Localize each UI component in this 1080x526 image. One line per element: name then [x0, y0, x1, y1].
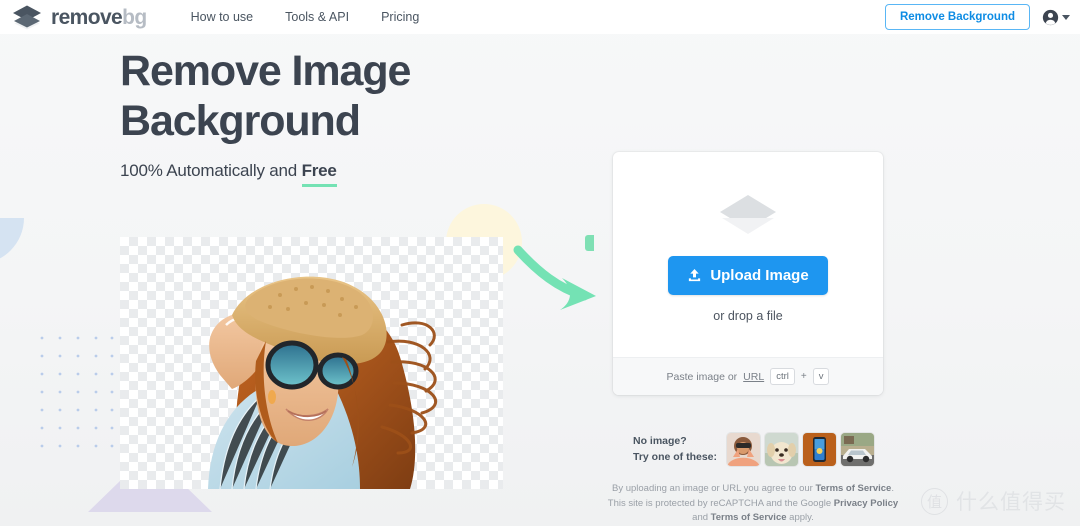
chevron-down-icon — [1062, 14, 1070, 20]
hero-subtitle-highlight: Free — [301, 161, 337, 187]
upload-image-button[interactable]: Upload Image — [668, 256, 828, 295]
kbd-v: v — [812, 367, 830, 386]
watermark-badge: 值 — [921, 487, 948, 515]
hero-subtitle-prefix: 100% Automatically and — [120, 160, 302, 180]
kbd-ctrl: ctrl — [770, 367, 795, 386]
sample-thumbnail-car[interactable] — [841, 433, 875, 466]
header-actions: Remove Background — [884, 0, 1070, 34]
decor-quarter-circle — [0, 218, 24, 264]
legal-line-1-post: . — [891, 483, 894, 494]
layers-icon — [720, 195, 776, 234]
sample-thumbnail-dog[interactable] — [765, 433, 799, 466]
upload-dropzone[interactable]: Upload Image or drop a file — [613, 152, 883, 357]
nav-item-how-to-use[interactable]: How to use — [191, 10, 254, 24]
sample-thumbnail-woman[interactable] — [727, 433, 761, 466]
sample-thumbnails — [727, 433, 875, 466]
account-circle-icon — [1042, 9, 1059, 25]
kbd-plus: + — [800, 371, 807, 382]
page-title-line-1: Remove Image — [120, 47, 411, 95]
legal-line-1: By uploading an image or URL you agree t… — [593, 482, 913, 497]
logo-text-remove: remove — [51, 5, 123, 29]
upload-image-button-label: Upload Image — [710, 267, 809, 284]
decor-curved-arrow-icon — [513, 245, 596, 310]
privacy-policy-link[interactable]: Privacy Policy — [834, 498, 898, 509]
woman-portrait-illustration — [208, 276, 437, 489]
terms-of-service-link-1[interactable]: Terms of Service — [815, 483, 891, 494]
site-header: removebg How to use Tools & API Pricing … — [0, 0, 1080, 34]
account-menu[interactable] — [1042, 9, 1070, 26]
page-title: Remove Image Background — [120, 47, 411, 147]
page-root: removebg How to use Tools & API Pricing … — [0, 0, 1080, 526]
hero-text-block: Remove Image Background 100% Automatical… — [120, 47, 411, 187]
legal-line-3: and Terms of Service apply. — [593, 511, 913, 526]
sample-images-label: No image? Try one of these: — [633, 434, 717, 464]
decor-dot-grid — [40, 336, 114, 448]
legal-line-3-pre: and — [692, 512, 711, 524]
legal-line-2: This site is protected by reCAPTCHA and … — [593, 497, 913, 512]
legal-line-1-pre: By uploading an image or URL you agree t… — [611, 483, 816, 494]
sample-label-line-1: No image? — [633, 435, 687, 448]
legal-line-3-post: apply. — [786, 512, 814, 524]
watermark: 值 什么值得买 — [921, 486, 1066, 516]
paste-hint-prefix: Paste image or — [666, 370, 738, 383]
page-title-line-2: Background — [120, 96, 361, 145]
remove-background-button[interactable]: Remove Background — [884, 4, 1030, 30]
sample-thumbnail-product[interactable] — [803, 433, 837, 466]
main-nav: How to use Tools & API Pricing — [191, 10, 420, 24]
layers-icon — [13, 5, 41, 30]
logo-text-bg: bg — [122, 5, 147, 29]
watermark-text: 什么值得买 — [956, 490, 1066, 514]
terms-of-service-link-2[interactable]: Terms of Service — [711, 512, 787, 523]
legal-disclaimer: By uploading an image or URL you agree t… — [593, 482, 913, 526]
upload-card: Upload Image or drop a file Paste image … — [613, 152, 883, 395]
sample-images-section: No image? Try one of these: — [633, 433, 875, 466]
sample-label-line-2: Try one of these: — [633, 450, 718, 463]
paste-hint-bar: Paste image or URL ctrl + v — [613, 357, 883, 395]
drop-file-text: or drop a file — [713, 309, 783, 323]
logo[interactable]: removebg — [12, 4, 147, 30]
hero-sample-image — [120, 237, 503, 489]
nav-item-pricing[interactable]: Pricing — [381, 10, 419, 24]
paste-url-link[interactable]: URL — [743, 371, 764, 383]
hero-subtitle: 100% Automatically and Free — [120, 160, 410, 187]
logo-text: removebg — [51, 7, 147, 28]
legal-line-2-pre: This site is protected by reCAPTCHA and … — [607, 497, 834, 509]
nav-item-tools-api[interactable]: Tools & API — [285, 10, 349, 24]
upload-icon — [689, 268, 701, 282]
